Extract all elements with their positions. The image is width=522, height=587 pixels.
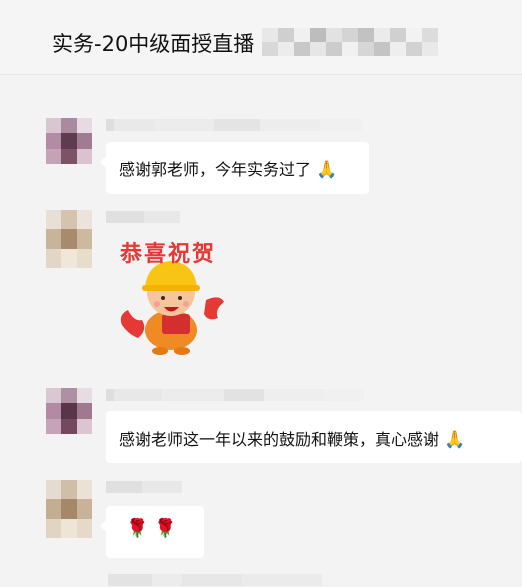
message-text: 感谢郭老师，今年实务过了 [119, 160, 312, 179]
sender-name-blur [106, 388, 364, 402]
sender-name-blur [106, 480, 182, 494]
sender-name-blur [106, 118, 362, 132]
sticker-text: 恭喜祝贺 [120, 242, 217, 267]
avatar[interactable] [46, 118, 92, 164]
chat-title: 实务-20中级面授直播 [52, 32, 255, 56]
pray-emoji-icon: 🙏 [316, 160, 338, 180]
avatar[interactable] [46, 210, 92, 268]
message-bubble[interactable]: 感谢老师这一年以来的鼓励和鞭策，真心感谢 🙏 [106, 411, 522, 463]
chat-header: 实务-20中级面授直播 [0, 0, 522, 75]
sender-name-blur [106, 210, 180, 224]
title-mosaic [262, 28, 438, 56]
pray-emoji-icon: 🙏 [444, 430, 466, 450]
sticker-congrats[interactable]: 恭喜祝贺 [108, 230, 230, 360]
avatar[interactable] [46, 388, 92, 434]
message-bubble[interactable]: 感谢郭老师，今年实务过了 🙏 [100, 142, 369, 194]
avatar[interactable] [46, 480, 92, 538]
message-text: 感谢老师这一年以来的鼓励和鞭策，真心感谢 [119, 430, 440, 449]
rose-emoji-icon: 🌹 🌹 [126, 518, 177, 539]
message-bubble[interactable]: 🌹 🌹 [100, 506, 204, 558]
sender-name-blur [108, 573, 322, 587]
message-list[interactable]: 感谢郭老师，今年实务过了 🙏 恭喜祝贺 感谢老师这一年以来的鼓励和鞭策，真心感谢… [0, 75, 522, 586]
